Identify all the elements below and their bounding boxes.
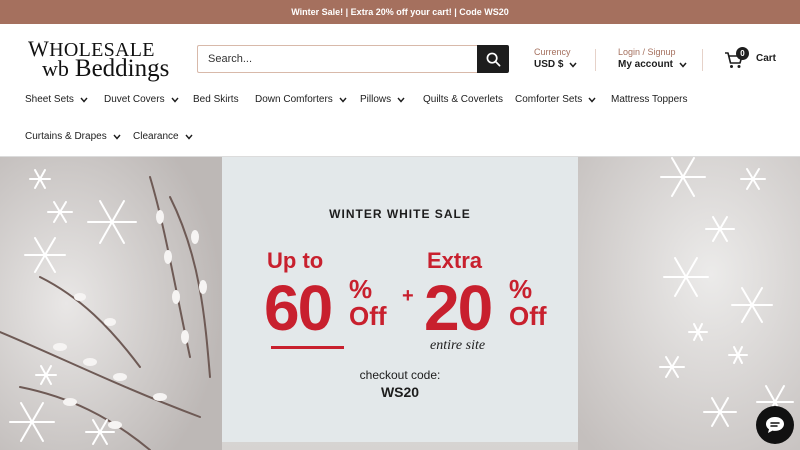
nav-bed-skirts[interactable]: Bed Skirts [193, 94, 239, 105]
logo-wordmark-bottom: wb Beddings [42, 55, 170, 82]
discount-left-number: 60 [264, 272, 333, 344]
announcement-bar: Winter Sale! | Extra 20% off your cart! … [0, 0, 800, 24]
search-button[interactable] [477, 45, 509, 73]
discount-plus: + [402, 285, 414, 307]
discount-right-subtitle: entire site [430, 338, 486, 353]
chevron-down-icon [171, 97, 179, 103]
currency-label: Currency [534, 47, 571, 57]
chevron-down-icon [588, 97, 596, 103]
chevron-down-icon [185, 134, 193, 140]
sale-title: WINTER WHITE SALE [329, 207, 471, 221]
hero-banner[interactable]: WINTER WHITE SALE Up to 60 % Off + Extra… [0, 157, 800, 450]
discount-right-number: 20 [424, 272, 493, 344]
cart-label: Cart [756, 53, 777, 64]
nav-down-comforters[interactable]: Down Comforters [255, 94, 347, 105]
sale-promo-panel: WINTER WHITE SALE Up to 60 % Off + Extra… [222, 157, 578, 442]
chat-icon [766, 417, 784, 433]
nav-clearance[interactable]: Clearance [133, 131, 193, 142]
nav-quilts-coverlets[interactable]: Quilts & Coverlets [423, 94, 503, 105]
discount-left-percent: % [349, 274, 373, 304]
currency-value: USD $ [534, 59, 564, 70]
nav-mattress-toppers[interactable]: Mattress Toppers [611, 94, 688, 105]
discount-right-percent: % [509, 274, 533, 304]
my-account-label: My account [618, 59, 674, 70]
discount-right-off: Off [509, 301, 547, 331]
chat-button[interactable] [756, 406, 794, 444]
cart-count-badge: 0 [736, 47, 749, 60]
chevron-down-icon [113, 134, 121, 140]
nav-curtains-drapes[interactable]: Curtains & Drapes [25, 131, 121, 142]
chevron-down-icon [397, 97, 405, 103]
announcement-text: Winter Sale! | Extra 20% off your cart! … [291, 7, 509, 17]
discount-underline [271, 346, 344, 349]
header-divider [595, 49, 596, 71]
chevron-down-icon [569, 62, 578, 68]
currency-selector[interactable]: USD $ [534, 59, 578, 70]
header-divider [702, 49, 703, 71]
checkout-code-label: checkout code: [359, 368, 441, 382]
search-field[interactable] [197, 45, 478, 73]
nav-comforter-sets[interactable]: Comforter Sets [515, 94, 596, 105]
chevron-down-icon [679, 62, 687, 68]
chevron-down-icon [80, 97, 88, 103]
nav-duvet-covers[interactable]: Duvet Covers [104, 94, 179, 105]
search-icon [486, 52, 500, 66]
nav-pillows[interactable]: Pillows [360, 94, 405, 105]
promo-code: WS20 [380, 384, 420, 400]
discount-left-off: Off [349, 301, 387, 331]
site-logo[interactable]: WHOLESALE wb Beddings [28, 36, 173, 84]
my-account-menu[interactable]: My account [618, 59, 687, 70]
search-input[interactable] [198, 46, 478, 72]
chevron-down-icon [339, 97, 347, 103]
login-signup-link[interactable]: Login / Signup [618, 47, 676, 57]
nav-sheet-sets[interactable]: Sheet Sets [25, 94, 88, 105]
